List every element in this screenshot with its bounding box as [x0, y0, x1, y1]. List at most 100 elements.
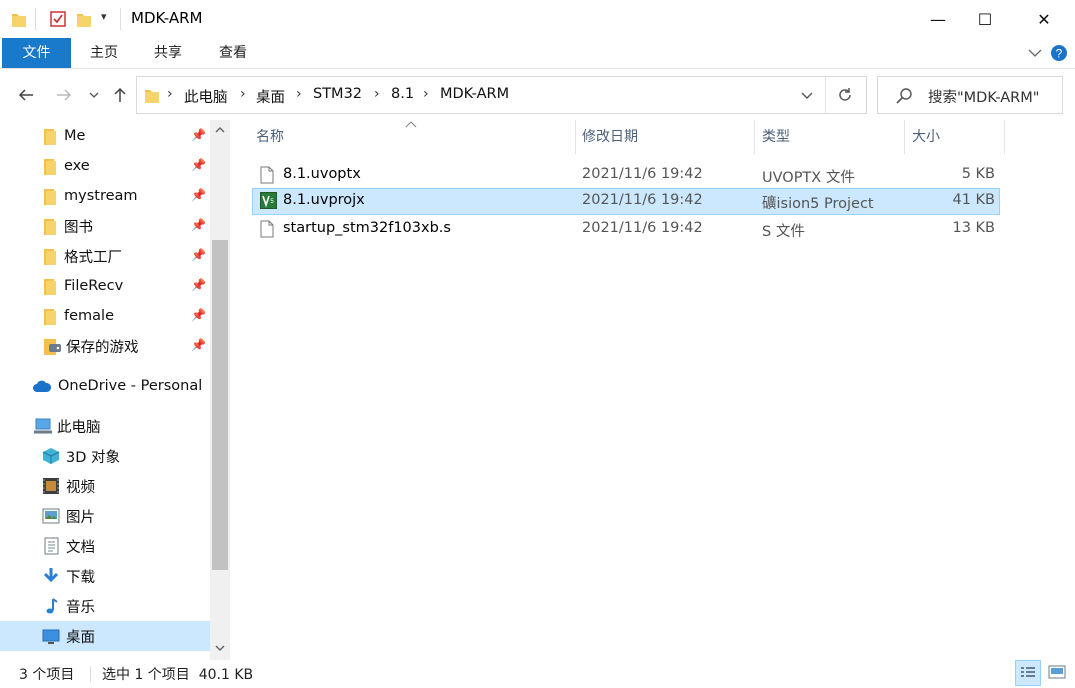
breadcrumb-this-pc[interactable]: 此电脑: [184, 86, 228, 107]
file-list: 名称 修改日期 类型 大小 8.1.uvoptx 2021/11/6 19:42…: [230, 120, 1075, 660]
pictures-icon: [42, 508, 60, 524]
pin-icon[interactable]: 📌: [191, 188, 206, 202]
file-size: 13 KB: [952, 220, 995, 236]
breadcrumb-stm32[interactable]: STM32: [313, 86, 362, 102]
chevron-down-icon[interactable]: [801, 92, 813, 100]
arrow-up-icon: [114, 87, 126, 102]
search-box[interactable]: 搜索"MDK-ARM": [877, 76, 1063, 114]
recent-locations-button[interactable]: [86, 82, 102, 108]
nav-item-label: female: [64, 308, 114, 324]
large-icons-view-icon: [1048, 665, 1066, 679]
arrow-right-icon: [57, 89, 72, 101]
minimize-button[interactable]: —: [915, 0, 961, 38]
breadcrumb-separator-icon[interactable]: ›: [374, 86, 380, 102]
nav-item-label: 图片: [66, 509, 95, 526]
folder-icon: [44, 309, 56, 325]
back-button[interactable]: [14, 82, 38, 108]
column-divider[interactable]: [1004, 120, 1005, 154]
properties-icon[interactable]: [50, 11, 66, 27]
divider: [120, 8, 121, 30]
tab-home[interactable]: 主页: [88, 38, 120, 68]
file-type: UVOPTX 文件: [762, 170, 855, 186]
folder-icon: [12, 14, 26, 27]
breadcrumb-desktop[interactable]: 桌面: [256, 86, 285, 107]
breadcrumb-separator-icon[interactable]: ›: [296, 86, 302, 102]
pin-icon[interactable]: 📌: [191, 218, 206, 232]
pin-icon[interactable]: 📌: [191, 278, 206, 292]
navigation-scrollbar[interactable]: [210, 120, 230, 660]
large-icons-view-button[interactable]: [1044, 660, 1070, 686]
file-name: startup_stm32f103xb.s: [283, 220, 451, 236]
svg-text:?: ?: [1056, 47, 1063, 61]
minimize-icon: —: [930, 9, 946, 29]
file-row[interactable]: 8.1.uvoptx 2021/11/6 19:42 UVOPTX 文件 5 K…: [252, 162, 1000, 189]
tab-file[interactable]: 文件: [2, 38, 71, 68]
help-icon[interactable]: ?: [1050, 44, 1068, 62]
search-input[interactable]: 搜索"MDK-ARM": [928, 86, 1039, 107]
new-folder-icon[interactable]: [77, 11, 91, 27]
refresh-icon[interactable]: [837, 87, 853, 103]
folder-icon: [44, 249, 56, 265]
close-icon: ✕: [1037, 9, 1051, 29]
forward-button[interactable]: [52, 82, 76, 108]
column-header-date[interactable]: 修改日期: [574, 120, 754, 154]
breadcrumb-mdk-arm[interactable]: MDK-ARM: [440, 86, 509, 102]
tab-share[interactable]: 共享: [152, 38, 184, 68]
address-bar[interactable]: › 此电脑 › 桌面 › STM32 › 8.1 › MDK-ARM: [136, 76, 867, 114]
pin-icon[interactable]: 📌: [191, 158, 206, 172]
file-row[interactable]: 5 8.1.uvprojx 2021/11/6 19:42 礦ision5 Pr…: [252, 188, 1000, 215]
nav-item-label: 音乐: [66, 599, 95, 616]
selection-info: 选中 1 个项目 40.1 KB: [102, 667, 254, 683]
title-bar: ▾ MDK-ARM — ☐ ✕: [0, 0, 1075, 38]
customize-toolbar-icon[interactable]: ▾: [101, 10, 107, 23]
folder-icon: [44, 279, 56, 295]
file-size: 5 KB: [961, 166, 995, 182]
computer-icon: [34, 418, 52, 434]
breadcrumb-separator-icon[interactable]: ›: [167, 86, 173, 102]
file-name: 8.1.uvoptx: [283, 166, 361, 182]
nav-item-label: 视频: [66, 479, 95, 496]
up-button[interactable]: [110, 82, 130, 108]
maximize-button[interactable]: ☐: [962, 0, 1008, 38]
file-name: 8.1.uvprojx: [283, 192, 365, 208]
breadcrumb-separator-icon[interactable]: ›: [423, 86, 429, 102]
column-header-name[interactable]: 名称: [248, 120, 575, 154]
pin-icon[interactable]: 📌: [191, 128, 206, 142]
pin-icon[interactable]: 📌: [191, 338, 206, 352]
nav-item-desktop[interactable]: 桌面: [0, 621, 210, 651]
maximize-icon: ☐: [977, 9, 993, 29]
scrollbar-thumb[interactable]: [212, 240, 228, 570]
nav-item-label: OneDrive - Personal: [58, 378, 203, 394]
file-icon: [260, 166, 274, 184]
folder-icon: [44, 129, 56, 145]
nav-item-label: mystream: [64, 188, 138, 204]
address-row: › 此电脑 › 桌面 › STM32 › 8.1 › MDK-ARM 搜索"MD…: [0, 70, 1075, 120]
pin-icon[interactable]: 📌: [191, 248, 206, 262]
details-view-icon: [1021, 667, 1035, 677]
navigation-pane: Me 📌 exe 📌 mystream 📌 图书 📌 格式工厂 📌 FileRe…: [0, 120, 230, 660]
arrow-left-icon: [18, 89, 33, 101]
divider: [90, 666, 91, 682]
documents-icon: [44, 537, 59, 555]
details-view-button[interactable]: [1015, 660, 1041, 686]
file-icon: [260, 220, 274, 238]
tab-view[interactable]: 查看: [217, 38, 249, 68]
nav-item-label: 此电脑: [57, 419, 101, 436]
divider: [35, 8, 36, 30]
chevron-up-icon[interactable]: [215, 126, 225, 134]
close-button[interactable]: ✕: [1021, 0, 1067, 38]
chevron-down-icon[interactable]: [1028, 48, 1042, 58]
nav-item-label: exe: [64, 158, 90, 174]
breadcrumb-8-1[interactable]: 8.1: [391, 86, 414, 102]
nav-item-label: 格式工厂: [64, 249, 122, 266]
nav-item-label: 桌面: [66, 629, 95, 646]
file-row[interactable]: startup_stm32f103xb.s 2021/11/6 19:42 S …: [252, 216, 1000, 243]
pin-icon[interactable]: 📌: [191, 308, 206, 322]
column-header-size[interactable]: 大小: [904, 120, 1004, 154]
file-date: 2021/11/6 19:42: [582, 166, 703, 182]
chevron-down-icon[interactable]: [215, 644, 225, 652]
breadcrumb-separator-icon[interactable]: ›: [240, 86, 246, 102]
column-header-type[interactable]: 类型: [754, 120, 904, 154]
folder-icon: [44, 219, 56, 235]
nav-item-label: 文档: [66, 539, 95, 556]
